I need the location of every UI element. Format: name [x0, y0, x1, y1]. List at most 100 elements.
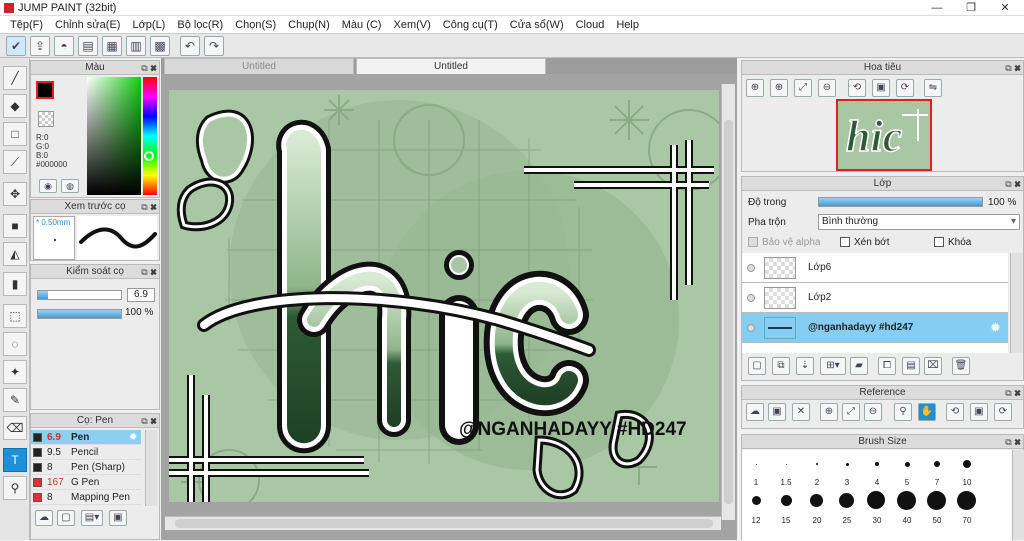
reset-view-icon[interactable]: ▣	[872, 79, 890, 97]
merge-down-icon[interactable]: ⇣	[796, 357, 814, 375]
foreground-color-swatch[interactable]	[36, 81, 54, 99]
hue-handle[interactable]	[144, 151, 154, 161]
size-dot[interactable]	[839, 493, 854, 508]
rotate-left-icon[interactable]: ⟲	[848, 79, 866, 97]
panel-close-icon[interactable]: ⧉ ✖	[141, 62, 157, 75]
brush-item-g-pen[interactable]: 167 G Pen	[31, 475, 141, 490]
layer-row-lop2[interactable]: Lớp2	[742, 283, 1008, 313]
panel-close-icon[interactable]: ⧉ ✖	[1005, 436, 1021, 449]
panel-close-icon[interactable]: ⧉ ✖	[141, 415, 157, 428]
panel-close-icon[interactable]: ⧉ ✖	[1005, 62, 1021, 75]
paste-layer-icon[interactable]: ▤	[902, 357, 920, 375]
size-dot[interactable]	[752, 496, 761, 505]
horizontal-scroll-thumb[interactable]	[175, 519, 713, 528]
brush-item-mapping-pen[interactable]: 8 Mapping Pen	[31, 490, 141, 505]
size-dot[interactable]	[846, 463, 849, 466]
lasso-tool-icon[interactable]: ◌	[3, 332, 27, 356]
zoom-out-icon[interactable]: ⊖	[818, 79, 836, 97]
menu-window[interactable]: Cửa sổ(W)	[504, 19, 570, 31]
undo-icon[interactable]: ↶	[180, 36, 200, 56]
bucket-tool-icon[interactable]: ◭	[3, 242, 27, 266]
reference-rotate-left-icon[interactable]: ⟲	[946, 403, 964, 421]
panel-close-icon[interactable]: ⧉ ✖	[1005, 387, 1021, 400]
vertical-scroll-thumb[interactable]	[724, 120, 733, 504]
text-tool-icon[interactable]: T	[3, 448, 27, 472]
layers-icon[interactable]: ▥	[126, 36, 146, 56]
magic-wand-tool-icon[interactable]: ✦	[3, 360, 27, 384]
menu-file[interactable]: Tệp(F)	[4, 19, 49, 31]
rectangle-tool-icon[interactable]: □	[3, 122, 27, 146]
menu-cloud[interactable]: Cloud	[570, 19, 611, 31]
maximize-button[interactable]: ❐	[954, 0, 988, 16]
delete-layer-icon[interactable]: 🗑	[952, 357, 970, 375]
comment-icon[interactable]: ◓	[54, 36, 74, 56]
size-dot[interactable]	[905, 462, 910, 467]
line-tool-icon[interactable]: ⟋	[3, 150, 27, 174]
move-tool-icon[interactable]: ✥	[3, 182, 27, 206]
visibility-icon[interactable]	[747, 264, 755, 272]
transparent-color-swatch[interactable]	[38, 111, 54, 127]
layer-list-scrollbar[interactable]	[1010, 253, 1023, 353]
brush-tool-icon[interactable]: ╱	[3, 66, 27, 90]
menu-edit[interactable]: Chỉnh sửa(E)	[49, 19, 126, 31]
visibility-icon[interactable]	[747, 324, 755, 332]
hue-slider[interactable]	[143, 77, 157, 195]
brush-item-pen[interactable]: 6.9 Pen ✹	[31, 430, 141, 445]
blend-mode-select[interactable]: Bình thường ▾	[818, 214, 1020, 230]
gear-icon[interactable]: ✹	[990, 320, 1001, 336]
saturation-value-picker[interactable]	[87, 77, 141, 195]
menu-filter[interactable]: Bộ lọc(R)	[171, 19, 229, 31]
copy-layer-icon[interactable]: ⧠	[878, 357, 896, 375]
reference-reset-icon[interactable]: ▣	[970, 403, 988, 421]
reference-eyedropper-icon[interactable]: ⚲	[894, 403, 912, 421]
flip-icon[interactable]: ⇋	[924, 79, 942, 97]
select-pen-tool-icon[interactable]: ✎	[3, 388, 27, 412]
menu-select[interactable]: Chọn(S)	[229, 19, 282, 31]
clear-layer-icon[interactable]: ⌧	[924, 357, 942, 375]
gradient-tool-icon[interactable]: ▮	[3, 272, 27, 296]
menu-help[interactable]: Help	[610, 19, 645, 31]
reference-rotate-right-icon[interactable]: ⟳	[994, 403, 1012, 421]
tab-untitled-2[interactable]: Untitled	[356, 58, 546, 74]
zoom-in-icon[interactable]: ⊕	[746, 79, 764, 97]
size-dot[interactable]	[927, 491, 946, 510]
menu-layer[interactable]: Lớp(L)	[126, 19, 171, 31]
message-icon[interactable]: ▤	[78, 36, 98, 56]
reference-close-icon[interactable]: ✕	[792, 403, 810, 421]
upload-brush-icon[interactable]: ☁	[35, 510, 53, 526]
panel-close-icon[interactable]: ⧉ ✖	[141, 201, 157, 214]
reference-zoom-out-icon[interactable]: ⊖	[864, 403, 882, 421]
select-rect-tool-icon[interactable]: ⬚	[3, 304, 27, 328]
size-dot[interactable]	[875, 462, 879, 466]
protect-alpha-checkbox[interactable]: Bảo vệ alpha	[748, 237, 820, 248]
menu-color[interactable]: Màu (C)	[336, 19, 388, 31]
eyedropper-tool-icon[interactable]: ⚲	[3, 476, 27, 500]
brush-opacity-slider[interactable]	[37, 309, 122, 319]
brush-list-scrollbar[interactable]	[145, 430, 157, 506]
tab-untitled-1[interactable]: Untitled	[164, 58, 354, 74]
minimize-button[interactable]: —	[920, 0, 954, 16]
brush-size-slider[interactable]	[37, 290, 122, 300]
gear-icon[interactable]: ✹	[129, 430, 137, 445]
layer-row-text[interactable]: @nganhadayy #hd247 ✹	[742, 313, 1008, 343]
reference-image-icon[interactable]: ▣	[768, 403, 786, 421]
layer-row-lop6[interactable]: Lớp6	[742, 253, 1008, 283]
add-layer-menu-icon[interactable]: ⊞▾	[820, 357, 846, 375]
zoom-in-small-icon[interactable]: ⊕	[770, 79, 788, 97]
check-icon[interactable]: ✔	[6, 36, 26, 56]
folder-icon[interactable]: ▰	[850, 357, 868, 375]
brush-menu-icon[interactable]: ▤▾	[81, 510, 103, 526]
reference-zoom-in-icon[interactable]: ⊕	[820, 403, 838, 421]
size-dot[interactable]	[963, 460, 971, 468]
clipping-checkbox[interactable]: Xén bớt	[840, 237, 889, 248]
lock-checkbox[interactable]: Khóa	[934, 237, 971, 248]
brush-settings-icon[interactable]: ▣	[109, 510, 127, 526]
brush-size-field[interactable]: 6.9	[127, 288, 155, 302]
size-dot[interactable]	[816, 463, 818, 465]
rotate-right-icon[interactable]: ⟳	[896, 79, 914, 97]
menu-tools[interactable]: Công cụ(T)	[437, 19, 504, 31]
palette-icon[interactable]: ◉	[39, 179, 57, 193]
fill-shape-tool-icon[interactable]: ■	[3, 214, 27, 238]
size-dot[interactable]	[810, 494, 823, 507]
duplicate-layer-icon[interactable]: ⧉	[772, 357, 790, 375]
